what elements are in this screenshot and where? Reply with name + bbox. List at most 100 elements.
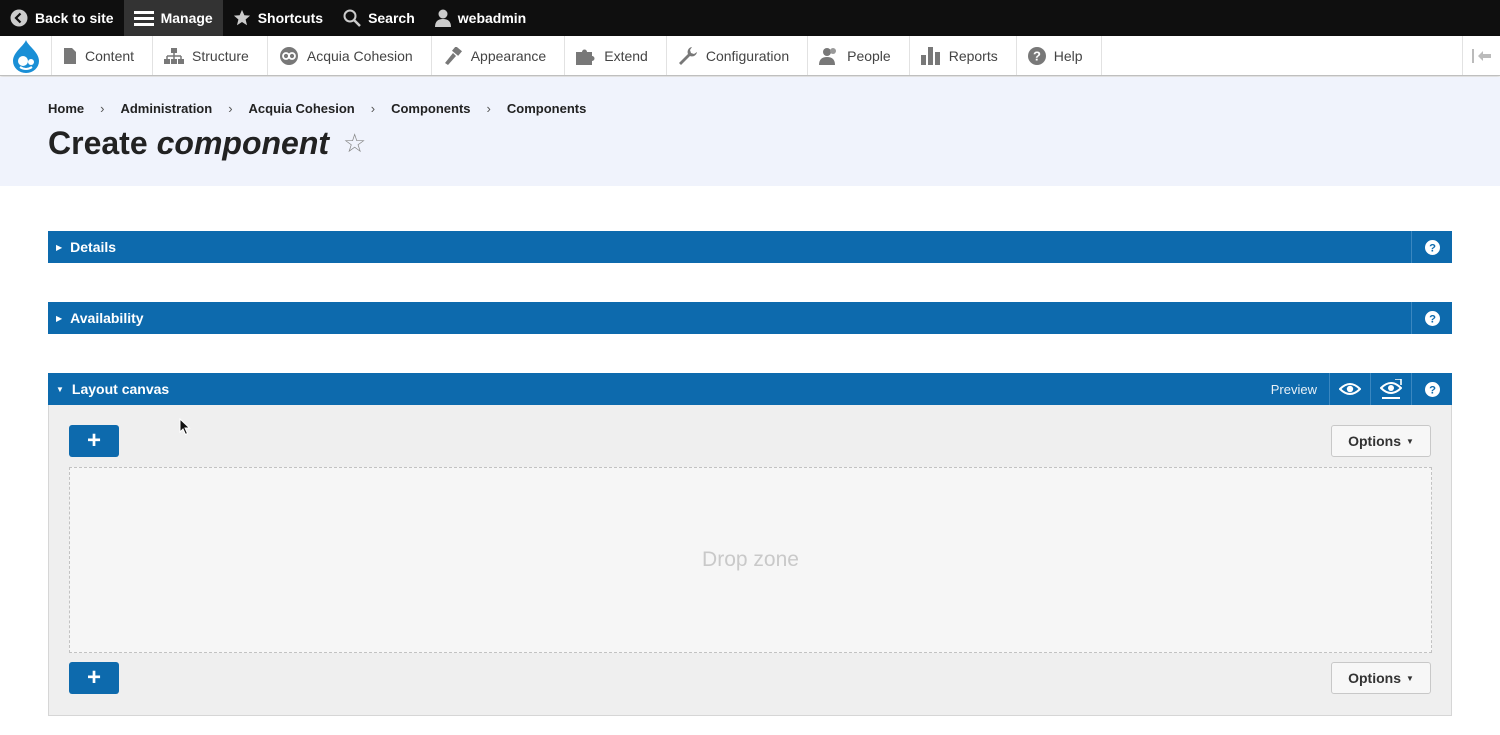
details-help-button[interactable]: ?: [1411, 231, 1452, 263]
hamburger-icon: [133, 11, 154, 26]
shortcuts-label: Shortcuts: [257, 10, 324, 26]
star-icon: [233, 9, 250, 26]
details-section-toggle[interactable]: ▶ Details ?: [48, 231, 1452, 263]
breadcrumb-components[interactable]: Components: [391, 101, 470, 116]
back-to-site-link[interactable]: Back to site: [0, 0, 124, 36]
mouse-cursor-icon: [179, 418, 191, 436]
tray-item-label: Acquia Cohesion: [306, 47, 413, 64]
add-element-button-top[interactable]: +: [69, 425, 119, 457]
tray-item-reports[interactable]: Reports: [910, 36, 1017, 75]
svg-text:?: ?: [1429, 384, 1436, 396]
caret-down-icon: ▼: [1405, 436, 1414, 446]
add-element-button-bottom[interactable]: +: [69, 662, 119, 694]
tray-item-label: People: [847, 47, 891, 64]
puzzle-icon: [576, 49, 595, 65]
eye-expand-icon: [1380, 379, 1402, 399]
svg-text:?: ?: [1033, 48, 1041, 63]
breadcrumb-components-current[interactable]: Components: [507, 101, 586, 116]
breadcrumb-separator: ›: [100, 101, 105, 116]
shortcuts-tab[interactable]: Shortcuts: [223, 0, 333, 36]
help-icon: ?: [1424, 310, 1440, 326]
shortcut-star-icon[interactable]: ☆: [343, 128, 366, 159]
options-label: Options: [1348, 670, 1401, 686]
preview-label: Preview: [1270, 381, 1317, 397]
tray-item-label: Configuration: [705, 47, 790, 64]
svg-text:?: ?: [1429, 313, 1436, 325]
drop-zone-label: Drop zone: [702, 548, 799, 571]
availability-help-button[interactable]: ?: [1411, 302, 1452, 334]
tray-item-label: Extend: [604, 47, 648, 64]
document-icon: [64, 47, 76, 64]
user-label: webadmin: [457, 10, 527, 26]
breadcrumb-acquia-cohesion[interactable]: Acquia Cohesion: [249, 101, 355, 116]
tray-spacer: [1102, 36, 1462, 75]
cohesion-icon: [279, 46, 298, 65]
tray-item-extend[interactable]: Extend: [565, 36, 667, 75]
details-label: Details: [70, 239, 117, 255]
tray-item-content[interactable]: Content: [52, 36, 154, 75]
help-icon: ?: [1424, 381, 1440, 397]
eye-icon: [1339, 383, 1361, 395]
help-icon: ?: [1424, 239, 1440, 255]
tray-item-label: Content: [85, 47, 135, 64]
user-tab[interactable]: webadmin: [425, 0, 536, 36]
options-button-bottom[interactable]: Options ▼: [1331, 662, 1431, 694]
sitemap-icon: [164, 47, 185, 64]
people-icon: [819, 47, 837, 65]
options-label: Options: [1348, 433, 1401, 449]
wrench-icon: [678, 46, 697, 65]
tray-item-acquia-cohesion[interactable]: Acquia Cohesion: [268, 36, 432, 75]
tray-item-people[interactable]: People: [808, 36, 910, 75]
tray-item-label: Help: [1053, 47, 1083, 64]
options-button-top[interactable]: Options ▼: [1331, 425, 1431, 457]
collapse-triangle-icon: ▼: [56, 384, 64, 394]
tray-item-configuration[interactable]: Configuration: [667, 36, 809, 75]
tray-item-label: Structure: [192, 47, 249, 64]
drupal-drop-icon: [12, 39, 39, 73]
layout-canvas-section-toggle[interactable]: ▼ Layout canvas Preview ?: [48, 373, 1452, 405]
caret-down-icon: ▼: [1405, 673, 1414, 683]
bar-chart-icon: [920, 46, 940, 65]
tray-item-appearance[interactable]: Appearance: [432, 36, 566, 75]
drupal-logo[interactable]: [0, 36, 52, 75]
tray-orientation-toggle[interactable]: [1462, 36, 1500, 75]
manage-tray: Content Structure Acquia Cohesion Appear…: [0, 36, 1500, 76]
paint-icon: [444, 46, 462, 65]
page-header: Home › Administration › Acquia Cohesion …: [0, 77, 1500, 186]
breadcrumb: Home › Administration › Acquia Cohesion …: [48, 101, 586, 116]
admin-toolbar: Back to site Manage Shortcuts Search web…: [0, 0, 1500, 36]
layout-canvas: + Options ▼ Drop zone + Options ▼: [48, 405, 1452, 716]
search-label: Search: [368, 10, 415, 26]
breadcrumb-separator: ›: [486, 101, 491, 116]
tray-item-label: Appearance: [470, 47, 547, 64]
tray-item-label: Reports: [948, 47, 998, 64]
layout-canvas-label: Layout canvas: [71, 381, 170, 397]
availability-section-toggle[interactable]: ▶ Availability ?: [48, 302, 1452, 334]
layout-canvas-help-button[interactable]: ?: [1411, 373, 1452, 405]
fullscreen-preview-button[interactable]: [1370, 373, 1411, 405]
tray-item-help[interactable]: ? Help: [1017, 36, 1102, 75]
manage-label: Manage: [160, 10, 213, 26]
page-title: Create component ☆: [48, 125, 366, 162]
page-title-em: component: [156, 125, 330, 161]
page-title-plain: Create: [48, 125, 148, 161]
preview-button[interactable]: [1329, 373, 1370, 405]
breadcrumb-separator: ›: [228, 101, 233, 116]
tray-item-structure[interactable]: Structure: [153, 36, 268, 75]
expand-triangle-icon: ▶: [56, 242, 63, 252]
question-icon: ?: [1027, 46, 1046, 65]
search-tab[interactable]: Search: [333, 0, 425, 36]
breadcrumb-home[interactable]: Home: [48, 101, 84, 116]
expand-triangle-icon: ▶: [56, 313, 63, 323]
user-icon: [434, 9, 451, 27]
breadcrumb-administration[interactable]: Administration: [120, 101, 212, 116]
back-to-site-label: Back to site: [35, 10, 114, 26]
back-arrow-icon: [10, 9, 28, 27]
search-icon: [343, 9, 361, 27]
drop-zone[interactable]: Drop zone: [69, 467, 1432, 653]
manage-tab[interactable]: Manage: [123, 0, 223, 36]
collapse-left-icon: [1471, 48, 1491, 63]
breadcrumb-separator: ›: [370, 101, 376, 116]
svg-text:?: ?: [1429, 242, 1436, 254]
availability-label: Availability: [70, 310, 144, 326]
